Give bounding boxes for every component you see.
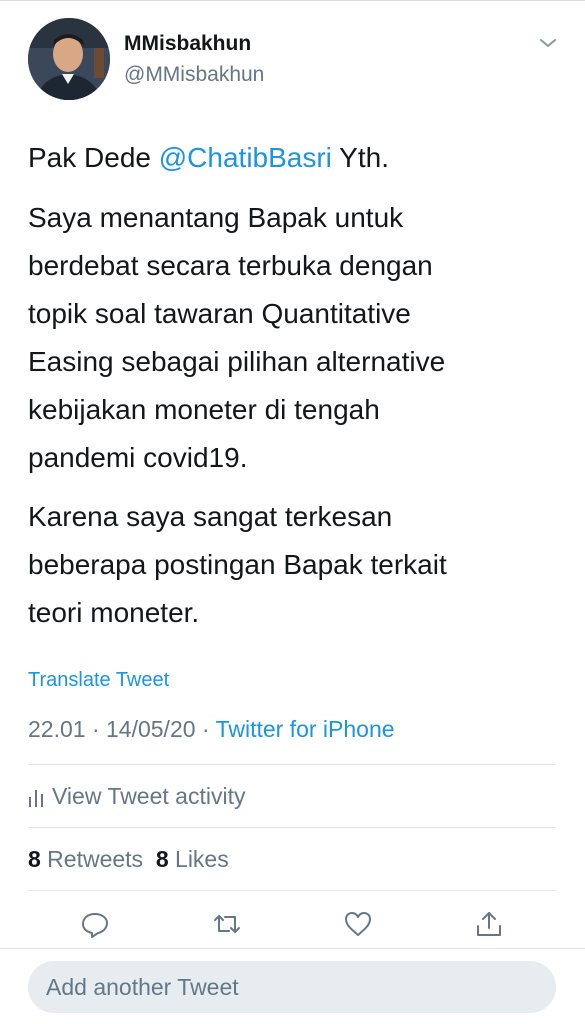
chevron-down-icon[interactable] [538,36,558,50]
tweet-line: Easing sebagai pilihan alternative [28,346,446,377]
tweet-text: Yth. [331,142,389,173]
reply-icon[interactable] [80,909,110,939]
tweet-header: MMisbakhun @MMisbakhun [28,18,558,100]
retweets-stat[interactable]: 8 Retweets [28,846,143,872]
share-icon[interactable] [474,909,504,939]
author-username[interactable]: @MMisbakhun [124,63,264,87]
divider [28,827,556,828]
tweet-line: Karena saya sangat terkesan [28,501,393,532]
likes-stat[interactable]: 8 Likes [156,846,229,872]
divider [0,948,585,949]
tweet-line: berdebat secara terbuka dengan [28,250,433,281]
tweet-text: Pak Dede [28,142,159,173]
retweets-label: Retweets [40,846,144,872]
tweet-line: topik soal tawaran Quantitative [28,298,411,329]
avatar[interactable] [28,18,110,100]
tweet-line: teori moneter. [28,597,200,628]
retweets-count: 8 [28,846,41,872]
avatar-photo [28,18,110,100]
divider [28,890,556,891]
likes-label: Likes [168,846,229,872]
divider [28,764,556,765]
tweet-meta: 22.01 · 14/05/20 · Twitter for iPhone [28,716,395,743]
add-another-tweet-input[interactable]: Add another Tweet [28,961,556,1013]
top-border [0,0,585,1]
tweet-line: Saya menantang Bapak untuk [28,202,404,233]
tweet-line: pandemi covid19. [28,442,248,473]
view-tweet-activity-button[interactable]: View Tweet activity [28,783,245,810]
mention-link[interactable]: @ChatibBasri [159,142,332,173]
retweet-icon[interactable] [212,909,242,939]
tweet-stats: 8 Retweets 8 Likes [28,846,229,873]
author-display-name[interactable]: MMisbakhun [124,32,251,56]
tweet-paragraph-1: Pak Dede @ChatibBasri Yth. [28,134,548,182]
tweet-action-bar [0,904,585,944]
tweet-paragraph-2: Saya menantang Bapak untuk berdebat seca… [28,194,548,482]
likes-count: 8 [155,846,169,872]
tweet-source-link[interactable]: Twitter for iPhone [216,716,395,742]
tweet-line: beberapa postingan Bapak terkait [28,549,447,580]
tweet-line: kebijakan moneter di tengah [28,394,380,425]
tweet-paragraph-3: Karena saya sangat terkesan beberapa pos… [28,493,548,637]
translate-tweet-link[interactable]: Translate Tweet [28,669,169,692]
activity-label: View Tweet activity [52,783,246,809]
like-icon[interactable] [343,909,373,939]
tweet-timestamp: 22.01 · 14/05/20 · [28,716,216,742]
analytics-icon [29,789,43,807]
